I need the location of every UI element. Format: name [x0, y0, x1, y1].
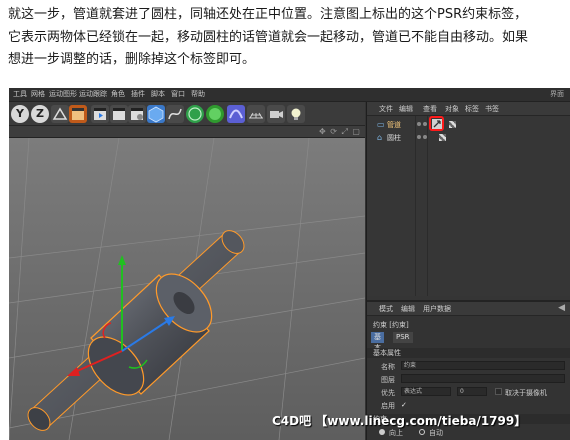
- layer-field[interactable]: [401, 374, 565, 383]
- object-list: ▭ 管道 ⌂ 圆柱: [367, 116, 570, 296]
- om-menu-bookmarks[interactable]: 书签: [485, 104, 499, 114]
- clapperboard-play-icon: [94, 108, 106, 120]
- article-line-1: 就这一步，管道就套进了圆柱，同轴还处在正中位置。注意图上标出的这个PSR约束标签…: [8, 7, 528, 22]
- priority-select[interactable]: 表达式: [401, 387, 451, 396]
- menu-item-script[interactable]: 脚本: [151, 89, 165, 99]
- subdivision-surface-button[interactable]: [186, 105, 204, 123]
- material-tag-icon[interactable]: [449, 121, 456, 128]
- priority-number[interactable]: 0: [457, 387, 487, 396]
- menu-item-window[interactable]: 窗口: [171, 89, 185, 99]
- right-panel: 文件 编辑 查看 对象 标签 书签 ▭ 管道 ⌂ 圆柱 模式 编辑 用户数据 ◀…: [366, 102, 570, 440]
- camera-dependent-checkbox[interactable]: [495, 388, 502, 395]
- render-settings-button[interactable]: [128, 105, 146, 123]
- layout-label[interactable]: 界面: [550, 89, 564, 99]
- attribute-manager-menu: 模式 编辑 用户数据 ◀: [367, 302, 570, 316]
- om-menu-edit[interactable]: 编辑: [399, 104, 413, 114]
- menu-item-help[interactable]: 帮助: [191, 89, 205, 99]
- attr-menu-edit[interactable]: 编辑: [401, 304, 415, 314]
- auto-radio[interactable]: [419, 429, 425, 435]
- world-coordinates-button[interactable]: [51, 105, 69, 123]
- tab-psr[interactable]: PSR: [393, 332, 413, 343]
- y-axis-lock-button[interactable]: Y: [11, 105, 29, 123]
- array-button[interactable]: [206, 105, 224, 123]
- om-menu-view[interactable]: 查看: [423, 104, 437, 114]
- section-title: 基本属性: [373, 349, 401, 357]
- object-manager-menu: 文件 编辑 查看 对象 标签 书签: [367, 102, 570, 116]
- column-divider: [415, 116, 416, 296]
- watermark: C4D吧 【www.linecg.com/tieba/1799】: [272, 414, 527, 428]
- up-radio[interactable]: [379, 429, 385, 435]
- attribute-title: 约束 [约束]: [373, 321, 409, 329]
- light-button[interactable]: [287, 105, 305, 123]
- visibility-dot[interactable]: [417, 135, 421, 139]
- floor-grid-icon: [249, 112, 263, 119]
- name-label: 名称: [381, 363, 395, 371]
- deformer-icon: [229, 109, 243, 119]
- article-text: 就这一步，管道就套进了圆柱，同轴还处在正中位置。注意图上标出的这个PSR约束标签…: [8, 4, 564, 72]
- render-view-button[interactable]: [91, 105, 109, 123]
- cylinder-icon: ⌂: [377, 133, 383, 142]
- name-field[interactable]: 约束: [401, 361, 565, 370]
- viewport-3d[interactable]: [9, 137, 366, 440]
- spline-icon: [168, 108, 182, 120]
- article-line-3: 想进一步调整的话，删除掉这个标签即可。: [8, 52, 256, 67]
- cube-icon: [148, 106, 164, 123]
- auto-label: 自动: [429, 429, 443, 437]
- up-label: 向上: [389, 429, 403, 437]
- priority-label: 优先: [381, 389, 395, 397]
- tab-basic[interactable]: 基本: [371, 332, 384, 352]
- z-axis-lock-button[interactable]: Z: [31, 105, 49, 123]
- menu-bar: 工具 网格 运动图形 运动跟踪 角色 插件 脚本 窗口 帮助 界面: [9, 88, 570, 102]
- render-region-button[interactable]: [69, 105, 87, 123]
- toolbar: Y Z: [9, 102, 365, 126]
- viewport-header: ✥ ⟳ ⤢ ▢: [9, 126, 365, 138]
- enable-checkbox[interactable]: ✓: [401, 401, 407, 409]
- c4d-window: 工具 网格 运动图形 运动跟踪 角色 插件 脚本 窗口 帮助 界面 Y Z ✥ …: [9, 88, 570, 440]
- menu-item-plugins[interactable]: 插件: [131, 89, 145, 99]
- attr-menu-user-data[interactable]: 用户数据: [423, 304, 451, 314]
- section-basic-properties[interactable]: 基本属性: [367, 348, 570, 358]
- deformer-button[interactable]: [227, 105, 245, 123]
- render-settings-icon: [131, 108, 143, 120]
- article-line-2: 它表示两物体已经锁在一起，移动圆柱的话管道就会一起移动，管道已不能自由移动。如果: [8, 29, 529, 45]
- menu-item-mograph[interactable]: 运动图形: [49, 89, 77, 99]
- clapperboard-icon: [113, 108, 125, 120]
- column-divider: [427, 116, 428, 296]
- light-bulb-icon: [291, 108, 301, 120]
- attr-menu-mode[interactable]: 模式: [379, 304, 393, 314]
- layer-label: 图层: [381, 376, 395, 384]
- menu-item-motion-tracking[interactable]: 运动跟踪: [79, 89, 107, 99]
- menu-item-character[interactable]: 角色: [111, 89, 125, 99]
- om-menu-objects[interactable]: 对象: [445, 104, 459, 114]
- viewport-scene: [9, 137, 366, 440]
- floor-button[interactable]: [247, 105, 265, 123]
- cube-button[interactable]: [147, 105, 165, 123]
- enable-label: 启用: [381, 402, 395, 410]
- om-menu-tags[interactable]: 标签: [465, 104, 479, 114]
- camera-button[interactable]: [267, 105, 285, 123]
- render-to-picture-viewer-button[interactable]: [110, 105, 128, 123]
- visibility-dot[interactable]: [417, 122, 421, 126]
- menu-item-tools[interactable]: 工具: [13, 89, 27, 99]
- camera-icon: [270, 111, 283, 118]
- camera-dependent-label: 取决于摄像机: [505, 389, 547, 397]
- object-row-cylinder[interactable]: ⌂ 圆柱: [367, 132, 570, 144]
- object-name[interactable]: 管道: [387, 120, 401, 130]
- object-name[interactable]: 圆柱: [387, 133, 401, 143]
- world-coordinates-icon: [52, 107, 68, 120]
- viewport-nav-icons[interactable]: ✥ ⟳ ⤢ ▢: [319, 127, 361, 137]
- menu-item-mesh[interactable]: 网格: [31, 89, 45, 99]
- spline-pen-button[interactable]: [166, 105, 184, 123]
- cloner-icon: [209, 108, 221, 120]
- om-menu-file[interactable]: 文件: [379, 104, 393, 114]
- psr-constraint-tag-icon[interactable]: [432, 119, 442, 129]
- object-row-tube[interactable]: ▭ 管道: [367, 116, 570, 131]
- material-tag-icon[interactable]: [439, 134, 446, 141]
- clapperboard-icon: [72, 108, 84, 120]
- tube-icon: ▭: [377, 120, 385, 129]
- subdivision-surface-icon: [188, 107, 202, 121]
- back-arrow-icon[interactable]: ◀: [558, 303, 565, 313]
